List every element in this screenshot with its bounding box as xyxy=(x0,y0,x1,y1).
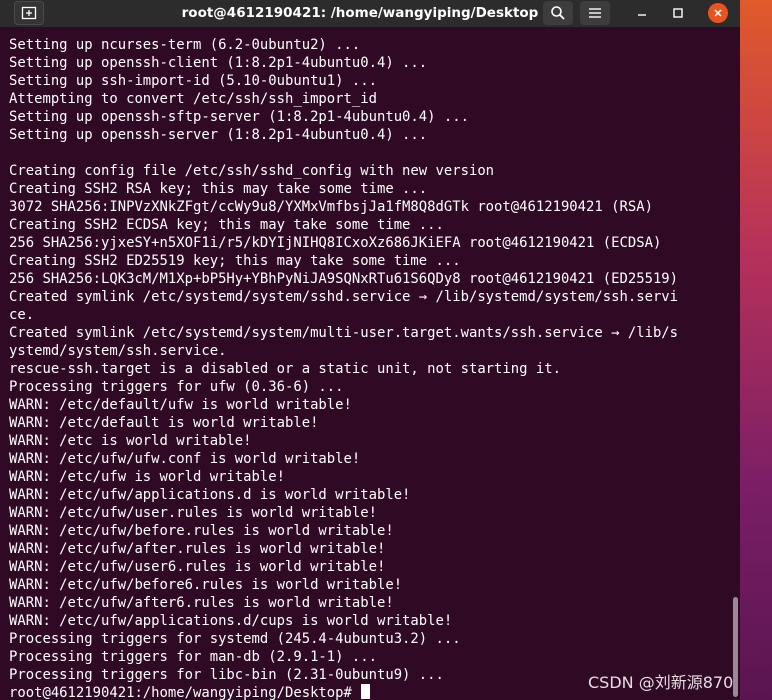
terminal-line: Creating SSH2 ECDSA key; this may take s… xyxy=(9,217,444,233)
terminal-line: WARN: /etc/default is world writable! xyxy=(9,415,319,431)
terminal-line: WARN: /etc/ufw/after.rules is world writ… xyxy=(9,541,386,557)
terminal-line: WARN: /etc/ufw/applications.d/cups is wo… xyxy=(9,613,453,629)
terminal-line: 256 SHA256:yjxeSY+n5XOF1i/r5/kDYIjNIHQ8I… xyxy=(9,235,662,251)
terminal-line: rescue-ssh.target is a disabled or a sta… xyxy=(9,361,561,377)
terminal-line: Setting up openssh-sftp-server (1:8.2p1-… xyxy=(9,109,469,125)
search-icon xyxy=(551,6,565,20)
terminal-line: Processing triggers for systemd (245.4-4… xyxy=(9,631,461,647)
terminal-line: WARN: /etc/default/ufw is world writable… xyxy=(9,397,352,413)
terminal-lines: Setting up ncurses-term (6.2-0ubuntu2) .… xyxy=(9,36,733,684)
shell-prompt: root@4612190421:/home/wangyiping/Desktop… xyxy=(9,685,361,700)
menu-button[interactable] xyxy=(580,1,610,25)
hamburger-menu-icon xyxy=(589,8,601,18)
text-cursor xyxy=(361,684,371,699)
scrollbar-thumb[interactable] xyxy=(733,597,738,697)
scrollbar[interactable] xyxy=(731,27,739,700)
terminal-line: 256 SHA256:LQK3cM/M1Xp+bP5Hy+YBhPyNiJA9S… xyxy=(9,271,679,287)
terminal-line: WARN: /etc/ufw/before6.rules is world wr… xyxy=(9,577,403,593)
terminal-line: Setting up openssh-server (1:8.2p1-4ubun… xyxy=(9,127,428,143)
terminal-line: WARN: /etc/ufw/ufw.conf is world writabl… xyxy=(9,451,361,467)
maximize-button[interactable] xyxy=(666,1,690,25)
terminal-line: ce. xyxy=(9,307,35,323)
terminal-line: Created symlink /etc/systemd/system/mult… xyxy=(9,325,679,341)
terminal-line: WARN: /etc is world writable! xyxy=(9,433,252,449)
terminal-window: root@4612190421: /home/wangyiping/Deskto… xyxy=(0,0,740,700)
minimize-button[interactable] xyxy=(630,1,654,25)
terminal-line: Creating SSH2 RSA key; this may take som… xyxy=(9,181,428,197)
terminal-line: 3072 SHA256:INPVzXNkZFgt/ccWy9u8/YXMxVmf… xyxy=(9,199,653,215)
terminal-line: Creating SSH2 ED25519 key; this may take… xyxy=(9,253,461,269)
terminal-line: WARN: /etc/ufw/after6.rules is world wri… xyxy=(9,595,394,611)
terminal-line: Processing triggers for man-db (2.9.1-1)… xyxy=(9,649,377,665)
terminal-line: WARN: /etc/ufw/applications.d is world w… xyxy=(9,487,411,503)
terminal-line: Creating config file /etc/ssh/sshd_confi… xyxy=(9,163,495,179)
terminal-line: Created symlink /etc/systemd/system/sshd… xyxy=(9,289,679,305)
search-button[interactable] xyxy=(543,1,573,25)
terminal-line: WARN: /etc/ufw is world writable! xyxy=(9,469,285,485)
terminal-line: Setting up openssh-client (1:8.2p1-4ubun… xyxy=(9,55,428,71)
terminal-line: WARN: /etc/ufw/before.rules is world wri… xyxy=(9,523,394,539)
desktop-wallpaper-edge xyxy=(740,0,772,700)
close-button[interactable] xyxy=(708,3,728,23)
minimize-icon xyxy=(638,14,646,16)
terminal-line: Attempting to convert /etc/ssh/ssh_impor… xyxy=(9,91,377,107)
terminal-line: WARN: /etc/ufw/user.rules is world writa… xyxy=(9,505,377,521)
terminal-output[interactable]: Setting up ncurses-term (6.2-0ubuntu2) .… xyxy=(9,36,733,700)
terminal-line: WARN: /etc/ufw/user6.rules is world writ… xyxy=(9,559,386,575)
terminal-line: Setting up ssh-import-id (5.10-0ubuntu1)… xyxy=(9,73,377,89)
terminal-line: ystemd/system/ssh.service. xyxy=(9,343,227,359)
title-bar[interactable]: root@4612190421: /home/wangyiping/Deskto… xyxy=(0,0,740,27)
csdn-watermark: CSDN @刘新源870 xyxy=(588,673,734,692)
terminal-line: Processing triggers for ufw (0.36-6) ... xyxy=(9,379,344,395)
close-icon xyxy=(714,9,722,17)
window-title: root@4612190421: /home/wangyiping/Deskto… xyxy=(181,5,539,21)
maximize-icon xyxy=(673,8,683,18)
terminal-line: Setting up ncurses-term (6.2-0ubuntu2) .… xyxy=(9,37,361,53)
